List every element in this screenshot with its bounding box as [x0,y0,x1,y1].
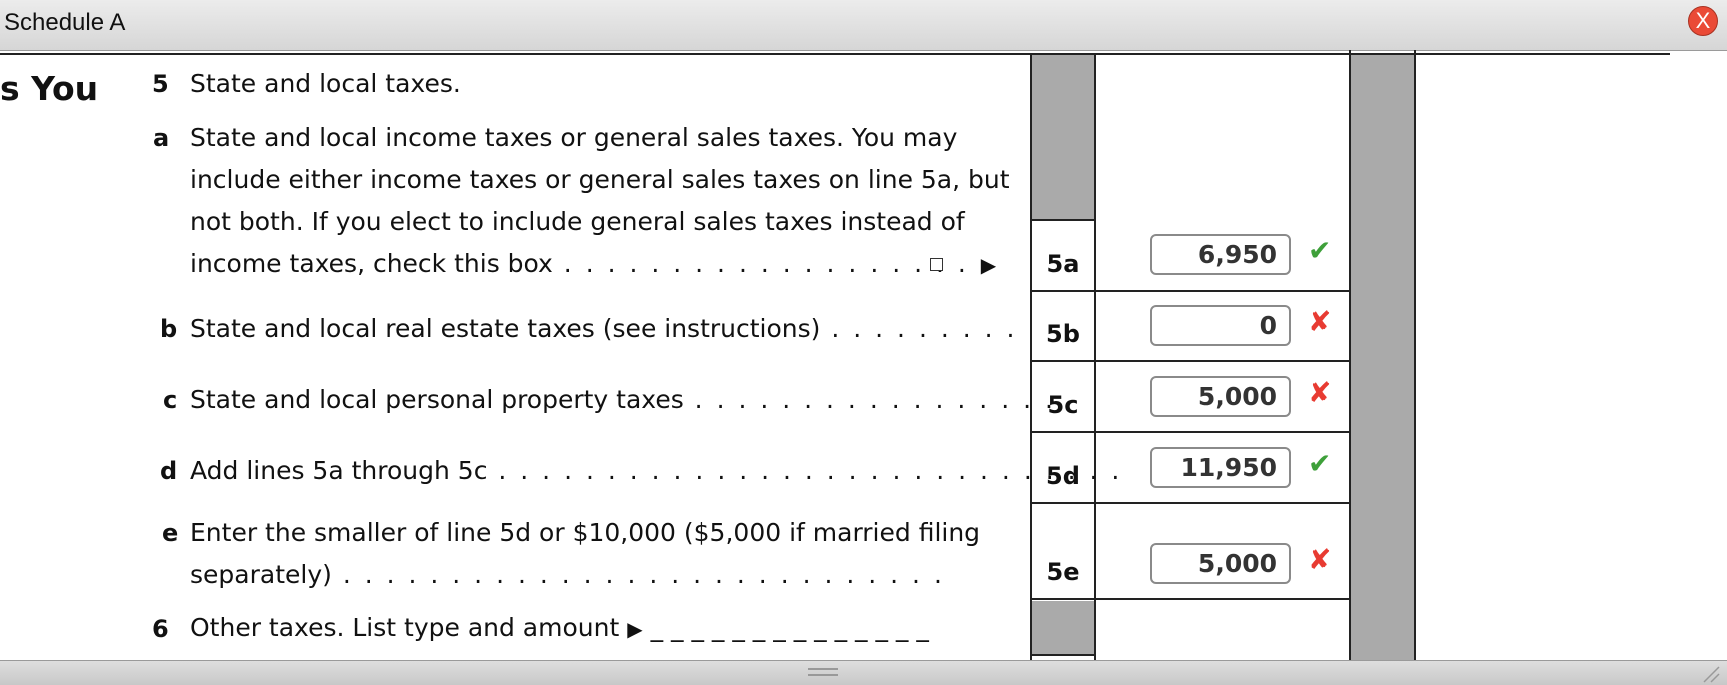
line-5d-dots: . . . . . . . . . . . . . . . . . . . . … [487,456,1123,485]
window-titlebar[interactable]: Schedule A X [0,0,1727,51]
cross-icon: ✘ [1308,305,1332,338]
line-5e-text-1: Enter the smaller of line 5d or $10,000 … [190,518,981,547]
window-title: Schedule A [4,9,126,36]
line-5e-letter: e [162,519,179,547]
arrow-icon: ▶ [627,617,643,641]
amount-field-5b[interactable]: 0 [1150,305,1291,346]
line-5a-text-1: State and local income taxes or general … [190,123,958,152]
close-icon[interactable]: X [1688,6,1718,36]
line-label-5c: 5c [1047,391,1079,419]
line-6-text-content: Other taxes. List type and amount [190,613,620,642]
line-label-5b: 5b [1046,320,1080,348]
line-6-number: 6 [152,615,169,643]
line-6-text: Other taxes. List type and amount ▶ _ _ … [190,607,929,650]
line-5e-text-2: separately) . . . . . . . . . . . . . . … [190,554,945,596]
line-5a-text-2: include either income taxes or general s… [190,165,1010,194]
line-5b-text: State and local real estate taxes (see i… [190,308,1017,350]
arrow-icon: ▶ [980,253,997,277]
window-bottom-bar [0,660,1727,685]
row-rule-5d [1030,502,1351,504]
line-5a-text-4-content: income taxes, check this box [190,249,553,278]
line-5-number: 5 [152,70,169,98]
line-label-5a: 5a [1046,250,1080,278]
top-rule [0,53,1670,55]
row-rule-5c [1030,431,1351,433]
line-5d-text: Add lines 5a through 5c . . . . . . . . … [190,450,1122,492]
amount-field-5e[interactable]: 5,000 [1150,543,1291,584]
shaded-column [1351,55,1414,660]
resize-handle-icon[interactable] [1700,663,1720,683]
line-5a-letter: a [153,124,170,152]
shaded-label-cell-bottom [1032,601,1094,656]
cross-icon: ✘ [1308,543,1332,576]
line-6-blank[interactable]: _ _ _ _ _ _ _ _ _ _ _ _ _ _ [651,613,929,642]
row-rule-5e [1030,598,1351,600]
line-5d-text-content: Add lines 5a through 5c [190,456,488,485]
line-label-5e: 5e [1046,558,1080,586]
amount-field-5d[interactable]: 11,950 [1150,447,1291,488]
line-5a-dots: . . . . . . . . . . . . . . . . . . . [552,249,969,278]
amount-field-5a[interactable]: 6,950 [1150,234,1291,275]
grip-icon[interactable] [808,668,838,676]
line-5c-letter: c [163,386,178,414]
section-heading: s You [0,69,99,108]
sales-tax-checkbox[interactable] [930,258,943,271]
row-rule-5a-top [1030,219,1095,221]
line-5b-text-content: State and local real estate taxes (see i… [190,314,821,343]
line-5d-letter: d [160,457,178,485]
line-5c-dots: . . . . . . . . . . . . . . . . . [683,385,1056,414]
row-rule-5a [1030,290,1351,292]
row-rule-6 [1030,654,1095,656]
line-label-5d: 5d [1046,462,1080,490]
check-icon: ✔ [1308,447,1332,480]
divider-right-column [1414,50,1416,660]
line-5e-dots: . . . . . . . . . . . . . . . . . . . . … [331,560,945,589]
check-icon: ✔ [1308,234,1332,267]
amount-field-5c[interactable]: 5,000 [1150,376,1291,417]
row-rule-5b [1030,360,1351,362]
line-5c-text: State and local personal property taxes … [190,379,1056,421]
line-5a-text-4: income taxes, check this box . . . . . .… [190,243,996,286]
line-5b-dots: . . . . . . . . . [820,314,1018,343]
line-5a-text-3: not both. If you elect to include genera… [190,207,965,236]
shaded-label-cell-top [1032,55,1094,219]
line-5b-letter: b [160,315,178,343]
cross-icon: ✘ [1308,376,1332,409]
line-5c-text-content: State and local personal property taxes [190,385,684,414]
line-5-text: State and local taxes. [190,69,461,98]
line-5e-text-2-content: separately) [190,560,332,589]
